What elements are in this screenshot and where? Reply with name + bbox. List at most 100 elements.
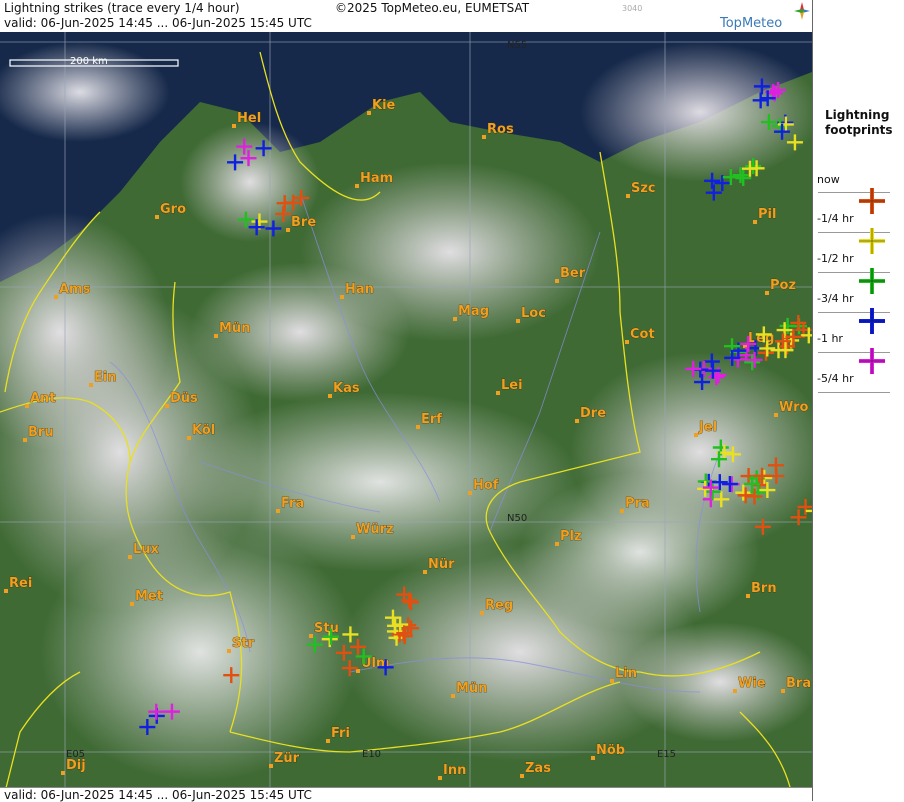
legend-cross-half-icon: [859, 268, 885, 294]
city-label: Lux: [133, 542, 160, 557]
city-marker: [269, 764, 273, 768]
topmeteo-logo: TopMeteo: [720, 2, 810, 31]
city-marker: [214, 334, 218, 338]
city-marker: [61, 771, 65, 775]
satellite-map[interactable]: 200 km N55 N50 E05 E10 E15 Hel Kie Ros Ham S…: [0, 32, 812, 787]
legend-label-quarter: -1/4 hr: [817, 212, 854, 225]
city-marker: [746, 594, 750, 598]
city-marker: [227, 649, 231, 653]
legend-panel: Lightning footprints now -1/4 hr -1/2 hr…: [812, 0, 904, 801]
city-marker: [591, 756, 595, 760]
city-label: Kie: [372, 98, 396, 113]
city-marker: [130, 602, 134, 606]
city-label: Loc: [521, 306, 546, 321]
city-label: Lei: [501, 378, 523, 393]
city-marker: [351, 535, 355, 539]
legend-cross-now-icon: [859, 188, 885, 214]
city-label: Poz: [770, 278, 796, 293]
city-label: Dij: [66, 758, 86, 773]
city-marker: [187, 436, 191, 440]
city-marker: [89, 383, 93, 387]
compass-icon: [794, 2, 810, 20]
city-marker: [626, 194, 630, 198]
city-marker: [328, 394, 332, 398]
legend-cross-threequarter-icon: [859, 308, 885, 334]
city-label: Han: [345, 282, 374, 297]
city-marker: [355, 184, 359, 188]
city-marker: [4, 589, 8, 593]
city-marker: [25, 404, 29, 408]
city-marker: [555, 279, 559, 283]
city-label: Düs: [170, 391, 198, 406]
legend-cross-quarter-icon: [859, 228, 885, 254]
city-label: Szc: [631, 181, 656, 196]
city-label: Mün: [219, 321, 250, 336]
city-label: Ant: [30, 391, 56, 406]
grid-label-e10: E10: [362, 749, 381, 760]
city-marker: [276, 509, 280, 513]
city-label: Dre: [580, 406, 606, 421]
city-marker: [367, 111, 371, 115]
city-marker: [128, 555, 132, 559]
city-label: Lin: [615, 666, 637, 681]
city-label: Bra: [786, 676, 811, 691]
city-label: Hof: [473, 478, 499, 493]
city-label: Mün: [456, 681, 487, 696]
city-marker: [340, 295, 344, 299]
map-title: Lightning strikes (trace every 1/4 hour): [4, 1, 240, 15]
city-marker: [451, 694, 455, 698]
city-label: Ros: [487, 122, 514, 137]
city-label: Cot: [630, 327, 655, 342]
city-marker: [620, 509, 624, 513]
city-label: Würz: [356, 522, 394, 537]
city-label: Stu: [314, 621, 339, 636]
grid-label-n55: N55: [507, 40, 527, 51]
city-label: Fra: [281, 496, 304, 511]
legend-label-half: -1/2 hr: [817, 252, 854, 265]
city-marker: [733, 689, 737, 693]
city-label: Kas: [333, 381, 360, 396]
copyright-text: ©2025 TopMeteo.eu, EUMETSAT: [335, 1, 530, 15]
legend-label-now: now: [817, 173, 840, 186]
city-label: Plz: [560, 529, 582, 544]
city-label: Köl: [192, 423, 215, 438]
city-marker: [781, 689, 785, 693]
city-label: Nöb: [596, 743, 625, 758]
city-marker: [54, 295, 58, 299]
city-marker: [286, 228, 290, 232]
map-canvas: 200 km N55 N50 E05 E10 E15 HelKieRosHamS…: [0, 32, 812, 787]
city-label: Nür: [428, 557, 455, 572]
city-label: Ber: [560, 266, 586, 281]
city-marker: [496, 391, 500, 395]
legend-label-hour: -1 hr: [817, 332, 843, 345]
city-marker: [423, 570, 427, 574]
footer-bar: valid: 06-Jun-2025 14:45 ... 06-Jun-2025…: [0, 787, 812, 802]
city-marker: [610, 679, 614, 683]
legend-cross-hour-icon: [859, 348, 885, 374]
city-label: Rei: [9, 576, 32, 591]
city-label: Reg: [485, 598, 513, 613]
city-marker: [155, 215, 159, 219]
city-marker: [23, 438, 27, 442]
city-label: Hel: [237, 111, 261, 126]
city-label: Pil: [758, 207, 776, 222]
legend-divider: [818, 392, 890, 393]
legend-title: Lightning footprints: [825, 108, 893, 137]
city-marker: [694, 433, 698, 437]
brand-name: TopMeteo: [720, 16, 783, 31]
footer-valid-time: valid: 06-Jun-2025 14:45 ... 06-Jun-2025…: [4, 788, 312, 802]
city-marker: [774, 413, 778, 417]
city-marker: [232, 124, 236, 128]
valid-time: valid: 06-Jun-2025 14:45 ... 06-Jun-2025…: [4, 16, 312, 30]
city-label: Zas: [525, 761, 551, 776]
product-code: 3040: [622, 4, 643, 13]
city-label: Erf: [421, 412, 442, 427]
city-marker: [468, 491, 472, 495]
city-label: Mag: [458, 304, 489, 319]
city-marker: [356, 669, 360, 673]
city-marker: [765, 291, 769, 295]
city-label: Pra: [625, 496, 650, 511]
city-label: Inn: [443, 763, 466, 778]
city-marker: [625, 340, 629, 344]
city-label: Bru: [28, 425, 54, 440]
